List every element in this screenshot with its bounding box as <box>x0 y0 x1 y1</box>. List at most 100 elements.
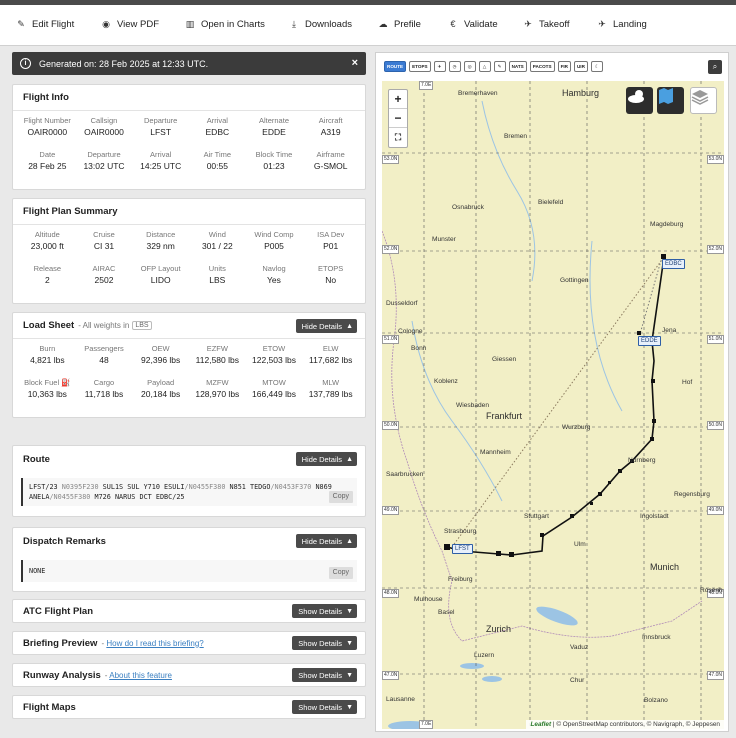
summary-cell: Distance 329 nm <box>146 230 176 251</box>
open-in-charts-button[interactable]: ▥ Open in Charts <box>185 17 265 31</box>
nats-layer-toggle[interactable]: NATS <box>508 61 527 72</box>
top-toolbar: ✎ Edit Flight ◉ View PDF ▥ Open in Charts ⤓… <box>0 0 736 46</box>
summary-cell: Units LBS <box>208 264 226 285</box>
city-label: Koblenz <box>434 378 458 385</box>
edit-flight-button[interactable]: ✎ Edit Flight <box>16 17 74 31</box>
city-label: Luzern <box>474 652 495 659</box>
airport-tag-edde[interactable]: EDDE <box>638 336 661 346</box>
lat-label: 51.0N <box>706 335 724 344</box>
landing-button[interactable]: ✈ Landing <box>597 17 647 31</box>
airport-tag-edbc[interactable]: EDBC <box>662 259 685 269</box>
layers-icon <box>691 90 709 105</box>
dispatch-copy-button[interactable]: Copy <box>328 567 353 579</box>
info-cell: Arrival 14:25 UTC <box>140 150 182 171</box>
uir-layer-toggle[interactable]: UIR <box>573 61 588 72</box>
info-cell: Alternate EDDE <box>258 116 289 137</box>
map-search-button[interactable]: ⌕ <box>708 60 722 74</box>
info-cell: Aircraft A319 <box>318 116 343 137</box>
pen-layer-toggle[interactable]: ✎ <box>493 61 506 72</box>
briefing-preview-card: Briefing Preview - How do I read this br… <box>12 631 366 655</box>
city-label: Gottingen <box>560 277 589 284</box>
river <box>481 100 536 282</box>
radar-icon: ◎ <box>467 63 472 69</box>
dispatch-remarks-card: Dispatch Remarks Hide Details ▲ NONE Copy <box>12 527 366 592</box>
view-pdf-button[interactable]: ◉ View PDF <box>101 17 159 31</box>
chevron-down-icon: ▼ <box>346 671 353 679</box>
load-sheet-hide-details-button[interactable]: Hide Details ▲ <box>295 319 357 333</box>
summary-cell: Wind Comp P005 <box>254 230 294 251</box>
city-label: Bonn <box>411 345 427 352</box>
weather-overlay-button[interactable] <box>626 87 653 114</box>
flight-info-title: Flight Info <box>13 85 365 111</box>
city-label: Ulm <box>574 541 586 548</box>
pacots-layer-toggle[interactable]: PACOTS <box>529 61 555 72</box>
info-icon: i <box>20 58 31 69</box>
landing-icon: ✈ <box>598 18 606 29</box>
map-overlay-button[interactable] <box>657 87 684 114</box>
dispatch-remarks-text: NONE Copy <box>21 560 357 582</box>
validate-button[interactable]: € Validate <box>448 17 497 31</box>
briefing-show-details-button[interactable]: Show Details ▼ <box>292 636 357 650</box>
downloads-button[interactable]: ⤓ Downloads <box>289 17 352 31</box>
info-cell: Airframe G-SMOL <box>313 150 348 171</box>
search-icon: ⌕ <box>712 62 718 71</box>
how-to-read-briefing-link[interactable]: How do I read this briefing? <box>106 639 203 648</box>
summary-cell: OFP Layout LIDO <box>140 264 181 285</box>
atc-show-details-button[interactable]: Show Details ▼ <box>292 604 357 618</box>
clock-icon: ◷ <box>452 63 457 69</box>
river <box>589 240 623 412</box>
lat-label: 48.0N <box>382 589 400 598</box>
city-label: Lausanne <box>386 696 415 703</box>
map-icon <box>659 88 673 104</box>
zoom-in-button[interactable]: + <box>389 90 407 109</box>
about-feature-link[interactable]: About this feature <box>109 671 172 680</box>
city-label: Munich <box>650 562 680 572</box>
flight-map[interactable]: 53.0N 53.0N 52.0N 52.0N 51.0N 51.0N 50.0… <box>382 81 724 729</box>
load-sheet-row2: Block Fuel ⛽ 10,363 lbs Cargo 11,718 lbs P… <box>13 378 365 401</box>
lat-label: 47.0N <box>382 671 400 680</box>
layers-button[interactable] <box>690 87 717 114</box>
info-cell: Departure 13:02 UTC <box>83 150 125 171</box>
warning-icon: △ <box>482 63 487 69</box>
close-banner-button[interactable]: × <box>352 57 358 69</box>
chevron-up-icon: ▲ <box>346 322 353 330</box>
load-cell: Payload 20,184 lbs <box>141 378 181 399</box>
flight-info-row1: Flight Number OAIR0000 Callsign OAIR0000 D… <box>13 116 365 139</box>
dispatch-hide-details-button[interactable]: Hide Details ▲ <box>295 534 357 548</box>
city-label: Basel <box>438 609 455 616</box>
airways-layer-toggle[interactable]: ✈ <box>433 61 446 72</box>
zoom-out-button[interactable]: − <box>389 109 407 128</box>
route-copy-button[interactable]: Copy <box>328 491 353 503</box>
chevron-down-icon: ▼ <box>346 607 353 615</box>
city-label: Cologne <box>398 328 423 335</box>
city-label: Giessen <box>492 356 517 363</box>
eye-icon: ◉ <box>102 18 110 29</box>
dispatch-title: Dispatch Remarks Hide Details ▲ <box>13 528 365 554</box>
city-label: Nurnberg <box>628 457 656 464</box>
fir-layer-toggle[interactable]: FIR <box>557 61 571 72</box>
prefile-button[interactable]: ☁ Prefile <box>378 17 421 31</box>
radar-layer-toggle[interactable]: ◎ <box>463 61 476 72</box>
fullscreen-button[interactable]: ⛶ <box>389 128 407 147</box>
route-hide-details-button[interactable]: Hide Details ▲ <box>295 452 357 466</box>
summary-cell: Navlog Yes <box>262 264 286 285</box>
fuel-icon: ⛽ <box>61 378 71 387</box>
runway-show-details-button[interactable]: Show Details ▼ <box>292 668 357 682</box>
load-cell: Burn 4,821 lbs <box>30 344 65 365</box>
warning-layer-toggle[interactable]: △ <box>478 61 491 72</box>
night-layer-toggle[interactable]: ☾ <box>590 61 603 72</box>
load-sheet-row1: Burn 4,821 lbs Passengers 48 OEW 92,396 lbs… <box>13 344 365 367</box>
summary-cell: ETOPS No <box>318 264 344 285</box>
city-label: Hof <box>682 379 693 386</box>
airport-tag-lfst[interactable]: LFST <box>452 544 473 554</box>
lat-label: 52.0N <box>706 245 724 254</box>
weather-layer-toggle[interactable]: ◷ <box>448 61 461 72</box>
city-label: Magdeburg <box>650 221 684 228</box>
flight-maps-show-details-button[interactable]: Show Details ▼ <box>292 700 357 714</box>
takeoff-button[interactable]: ✈ Takeoff <box>523 17 569 31</box>
leaflet-link[interactable]: Leaflet <box>530 721 551 728</box>
etops-layer-toggle[interactable]: ETOPS <box>409 61 431 72</box>
city-label: Rosenh <box>700 587 723 594</box>
route-layer-toggle[interactable]: ROUTE <box>384 61 407 72</box>
info-cell: Callsign OAIR0000 <box>84 116 124 137</box>
